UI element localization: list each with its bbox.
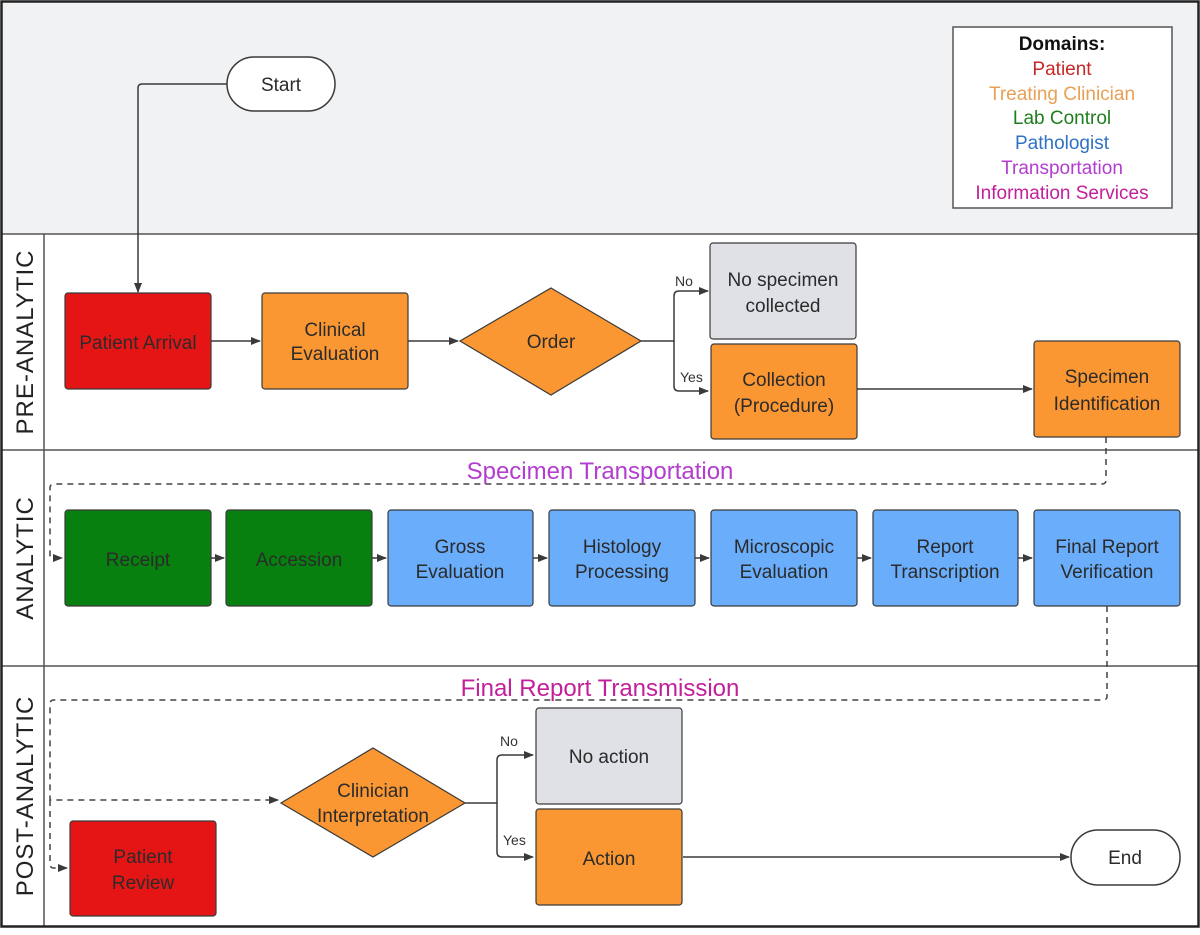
svg-text:Review: Review (112, 873, 175, 894)
flow-label-final-report-transmission: Final Report Transmission (461, 675, 740, 702)
svg-text:Transcription: Transcription (890, 562, 999, 583)
node-report-transcription-line1: Report (916, 537, 974, 558)
svg-text:Evaluation: Evaluation (740, 562, 829, 583)
node-report-transcription[interactable]: Report Transcription (872, 509, 1019, 607)
node-gross-evaluation-line1: Gross (435, 537, 486, 558)
node-start[interactable]: Start (226, 56, 336, 112)
node-final-report-verification-line1: Final Report (1055, 537, 1159, 558)
node-patient-review[interactable]: Patient Review (69, 820, 217, 917)
node-microscopic-evaluation[interactable]: Microscopic Evaluation (710, 509, 858, 607)
node-start-label: Start (261, 75, 302, 96)
svg-text:Identification: Identification (1054, 394, 1161, 415)
node-patient-review-line1: Patient (113, 847, 173, 868)
flow-label-specimen-transportation: Specimen Transportation (467, 458, 734, 485)
node-no-specimen-collected[interactable]: No specimen collected (709, 242, 857, 340)
node-collection-line2: (Procedure) (734, 396, 834, 417)
svg-text:Specimen: Specimen (1065, 367, 1150, 388)
node-receipt-label: Receipt (106, 550, 171, 571)
node-collection-line1: Collection (742, 370, 825, 391)
node-no-specimen-line1: No specimen (728, 270, 839, 291)
svg-text:Patient: Patient (113, 847, 173, 868)
node-specimen-identification[interactable]: Specimen Identification (1033, 340, 1181, 438)
node-gross-evaluation[interactable]: Gross Evaluation (387, 509, 534, 607)
svg-text:Processing: Processing (575, 562, 669, 583)
svg-text:Histology: Histology (583, 537, 662, 558)
svg-text:Microscopic: Microscopic (734, 537, 834, 558)
node-order-label: Order (527, 332, 576, 353)
workflow-diagram: PRE-ANALYTIC ANALYTIC POST-ANALYTIC Doma… (0, 0, 1200, 928)
node-end[interactable]: End (1070, 829, 1181, 886)
node-patient-arrival-label: Patient Arrival (79, 333, 196, 354)
node-end-label: End (1108, 848, 1142, 869)
svg-text:collected: collected (746, 296, 821, 317)
svg-text:(Procedure): (Procedure) (734, 396, 834, 417)
svg-text:Verification: Verification (1061, 562, 1154, 583)
node-final-report-verification-line2: Verification (1061, 562, 1154, 583)
svg-text:No specimen: No specimen (728, 270, 839, 291)
node-no-action[interactable]: No action (535, 707, 683, 805)
node-accession[interactable]: Accession (225, 509, 373, 607)
lane-label-analytic: ANALYTIC (12, 496, 39, 620)
legend-item-transportation: Transportation (1001, 158, 1123, 179)
node-patient-review-line2: Review (112, 873, 175, 894)
node-clinical-evaluation-line2: Evaluation (291, 344, 380, 365)
node-microscopic-line2: Evaluation (740, 562, 829, 583)
legend: Domains: Patient Treating Clinician Lab … (952, 26, 1173, 209)
node-specimen-identification-line2: Identification (1054, 394, 1161, 415)
node-clinical-evaluation-line1: Clinical (304, 320, 365, 341)
legend-item-information-services: Information Services (975, 183, 1148, 204)
svg-text:Report: Report (916, 537, 974, 558)
legend-item-pathologist: Pathologist (1015, 133, 1110, 154)
legend-item-lab-control: Lab Control (1013, 108, 1111, 129)
svg-text:Clinician: Clinician (337, 781, 409, 802)
branch-label-no: No (675, 273, 693, 289)
lane-label-pre-analytic: PRE-ANALYTIC (12, 250, 39, 435)
node-clinician-interpretation-line2: Interpretation (317, 806, 429, 827)
svg-text:Evaluation: Evaluation (416, 562, 505, 583)
branch-label-yes-post: Yes (503, 832, 526, 848)
node-final-report-verification[interactable]: Final Report Verification (1033, 509, 1181, 607)
node-action[interactable]: Action (535, 808, 683, 906)
node-collection[interactable]: Collection (Procedure) (710, 343, 858, 440)
node-no-action-label: No action (569, 747, 649, 768)
legend-item-treating-clinician: Treating Clinician (989, 84, 1135, 105)
svg-text:Clinical: Clinical (304, 320, 365, 341)
svg-text:Gross: Gross (435, 537, 486, 558)
node-accession-label: Accession (256, 550, 343, 571)
node-patient-arrival[interactable]: Patient Arrival (64, 292, 212, 390)
node-microscopic-line1: Microscopic (734, 537, 834, 558)
node-action-label: Action (583, 849, 636, 870)
branch-label-yes: Yes (680, 369, 703, 385)
node-clinician-interpretation-line1: Clinician (337, 781, 409, 802)
node-histology-line2: Processing (575, 562, 669, 583)
lane-label-post-analytic: POST-ANALYTIC (12, 696, 39, 897)
node-gross-evaluation-line2: Evaluation (416, 562, 505, 583)
node-histology-line1: Histology (583, 537, 662, 558)
legend-item-patient: Patient (1032, 59, 1092, 80)
node-report-transcription-line2: Transcription (890, 562, 999, 583)
svg-text:Evaluation: Evaluation (291, 344, 380, 365)
svg-text:Final Report: Final Report (1055, 537, 1159, 558)
node-clinical-evaluation[interactable]: Clinical Evaluation (261, 292, 409, 390)
branch-label-no-post: No (500, 733, 518, 749)
node-no-specimen-line2: collected (746, 296, 821, 317)
svg-text:Interpretation: Interpretation (317, 806, 429, 827)
legend-title: Domains: (1019, 34, 1106, 55)
node-receipt[interactable]: Receipt (64, 509, 212, 607)
node-histology-processing[interactable]: Histology Processing (548, 509, 696, 607)
node-specimen-identification-line1: Specimen (1065, 367, 1150, 388)
svg-text:Collection: Collection (742, 370, 825, 391)
